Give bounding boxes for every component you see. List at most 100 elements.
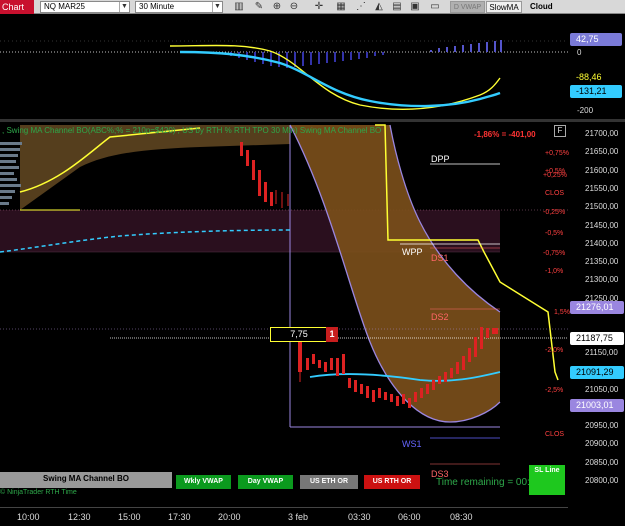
pencil-icon[interactable]: ✎ [253,1,265,13]
pct-label: -0,5% [545,230,564,237]
indicators-icon[interactable]: ⋰ [355,1,367,13]
price-tick: 21600,00 [585,166,619,175]
volume-profile [0,142,22,205]
zoom-in-icon[interactable]: ⊕ [271,1,283,13]
price-tick: 21150,00 [585,348,618,357]
instrument-selector[interactable]: NQ MAR25 ▼ [40,1,130,13]
chevron-down-icon: ▼ [212,2,222,12]
time-label: 06:00 [398,512,421,522]
pct-label: -1,0% [545,268,564,275]
hist-bar [270,52,272,66]
osc-tick-0: 0 [577,48,582,57]
swing-ma-channel-bo-label[interactable]: Swing MA Channel BO [0,472,172,488]
price-pane[interactable]: DPP WPP DS1 DS2 WS1 DS3 , Swing MA Chann… [0,122,568,507]
wpp-label: WPP [402,247,423,257]
hist-bar [358,52,360,59]
f-button[interactable]: F [554,125,566,137]
hist-bar [326,52,328,63]
us-eth-or-button[interactable]: US ETH OR [300,475,358,489]
hist-bar [430,50,432,52]
price-axis[interactable]: 21700,00 21650,00 21600,00 21550,00 2150… [568,122,625,507]
price-tick: 21650,00 [585,147,619,156]
time-label: 17:30 [168,512,191,522]
ws1-label: WS1 [402,439,422,449]
time-label: 20:00 [218,512,241,522]
hist-bar [446,47,448,52]
osc-tag-42: 42,75 [570,33,622,46]
ds2-label: DS2 [431,312,449,322]
price-tag-21187: 21187,75 [570,332,624,345]
interval-selector[interactable]: 30 Minute ▼ [135,1,223,13]
hist-bar [334,52,336,62]
price-tick: 20900,00 [585,439,619,448]
hist-bar [478,43,480,52]
d-vwap-button[interactable]: D VWAP [450,1,485,13]
bottom-left-sub: © NinjaTrader RTH Time [0,489,77,496]
crosshair-icon[interactable]: ✛ [313,1,325,13]
strategy-icon[interactable]: ◭ [373,1,385,13]
grid-icon[interactable]: ▦ [335,1,347,13]
ds1-label: DS1 [431,253,449,263]
time-axis[interactable]: 10:00 12:30 15:00 17:30 20:00 3 feb 03:3… [0,507,568,526]
price-tick: 21500,00 [585,202,619,211]
price-tick: 20950,00 [585,421,619,430]
bar-chart-icon[interactable]: ▥ [233,1,245,13]
hist-bar [470,44,472,52]
hist-bar [310,52,312,65]
pct-label: -0,25% [543,209,566,216]
left-channel-fill [20,125,290,210]
sl-line-button[interactable]: SL Line [529,465,565,495]
oscillator-svg [0,40,568,110]
time-label: 10:00 [17,512,40,522]
candles-early [240,142,289,208]
templates-icon[interactable]: ▤ [391,1,403,13]
price-tag-21276: 21276,01 [570,301,624,314]
day-vwap-button[interactable]: Day VWAP [238,475,293,489]
chevron-down-icon: ▼ [119,2,129,12]
wkly-vwap-button[interactable]: Wkly VWAP [176,475,231,489]
hist-bar [350,52,352,60]
price-tick: 21050,00 [585,385,619,394]
price-tick: 20850,00 [585,458,619,467]
properties-icon[interactable]: ▭ [429,1,441,13]
pct-label: CLOS [545,190,565,197]
hist-bar [366,52,368,58]
zoom-out-icon[interactable]: ⊖ [288,1,300,13]
price-tick: 21400,00 [585,239,619,248]
chart-tab[interactable]: Chart [0,0,34,14]
time-label: 3 feb [288,512,309,522]
osc-tick-m200: -200 [577,106,594,115]
pct-label: -2,0% [545,347,564,354]
layout-icon[interactable]: ▣ [409,1,421,13]
instrument-value: NQ MAR25 [44,2,85,11]
time-label: 12:30 [68,512,91,522]
price-tick: 21550,00 [585,184,619,193]
time-label: 15:00 [118,512,141,522]
time-label: 03:30 [348,512,371,522]
value-box-badge[interactable]: 1 [326,327,338,342]
oscillator-pane[interactable] [0,15,568,119]
chart-toolbar: Chart NQ MAR25 ▼ 30 Minute ▼ ▥ ✎ ⊕ ⊖ ✛ ▦… [0,0,625,14]
hist-bar [462,45,464,52]
hist-bar [486,42,488,52]
time-label: 08:30 [450,512,473,522]
pct-label: CLOS [545,431,565,438]
slowma-button[interactable]: SlowMA [486,1,522,13]
pct-label: 1,5% [554,309,570,316]
value-box: 7,75 [270,327,328,342]
pct-label: -2,5% [545,387,564,394]
pct-label: +0,25% [543,172,567,179]
price-tick: 20800,00 [585,476,619,485]
price-tag-21003: 21003,01 [570,399,624,412]
osc-tag-m88: -88,46 [570,71,622,84]
price-tick: 21700,00 [585,129,619,138]
pct-label: +0,75% [545,150,569,157]
hist-bar [342,52,344,61]
histogram-bars [230,40,502,68]
pct-change-label: -1,86% = -401,00 [474,130,536,139]
hist-bar [500,40,502,52]
us-rth-or-button[interactable]: US RTH OR [364,475,420,489]
price-tick: 21300,00 [585,275,619,284]
hist-bar [494,41,496,52]
indicator-header: , Swing MA Channel BO(ABC%;% = 210p=$420… [2,126,382,135]
